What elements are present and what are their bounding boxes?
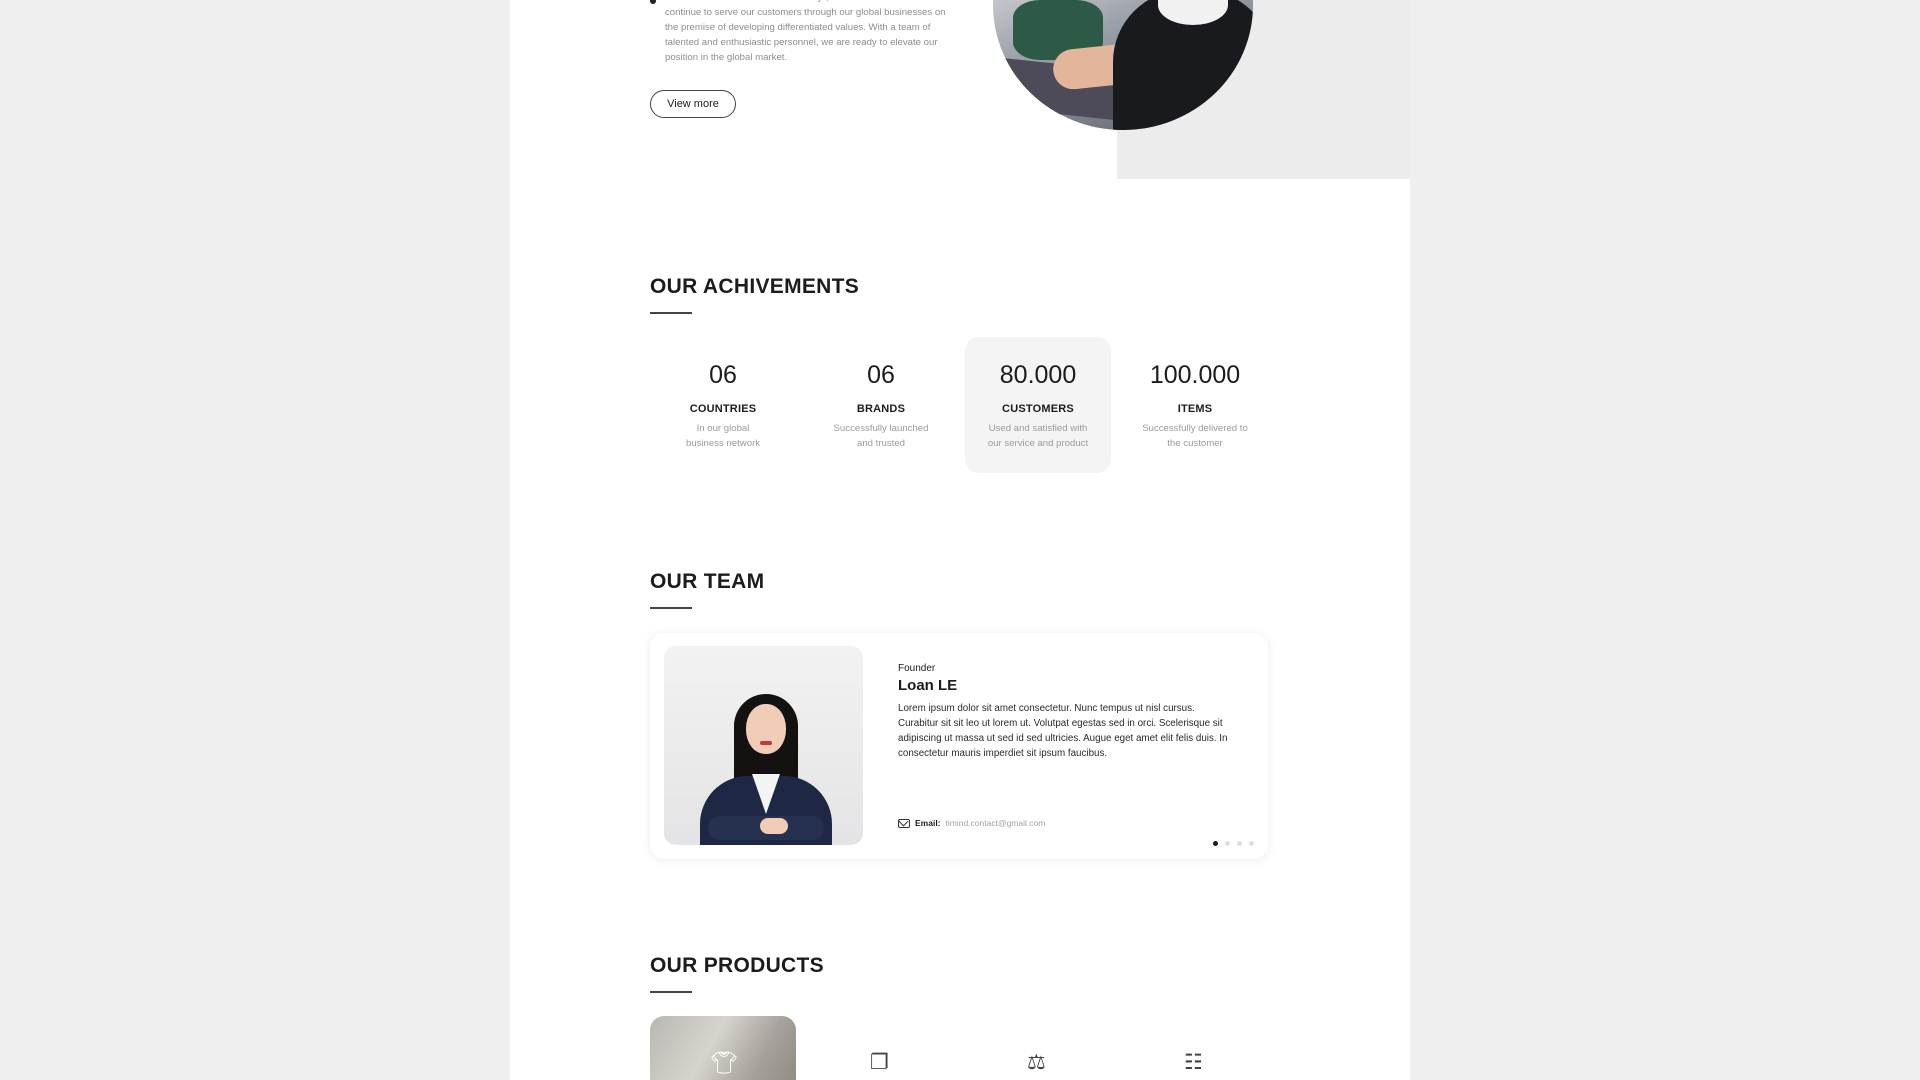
stat-customers: 80.000 CUSTOMERS Used and satisfied with… bbox=[965, 337, 1111, 473]
stat-brands: 06 BRANDS Successfully launched and trus… bbox=[808, 337, 954, 473]
stat-value: 06 bbox=[867, 361, 895, 389]
member-role: Founder bbox=[898, 663, 936, 674]
member-photo bbox=[664, 646, 863, 845]
stat-description: In our global business network bbox=[685, 423, 761, 449]
member-bio: Lorem ipsum dolor sit amet consectetur. … bbox=[898, 703, 1228, 759]
product-apparel[interactable]: 👕︎ bbox=[650, 1016, 796, 1080]
carousel-dot-4[interactable] bbox=[1249, 841, 1254, 846]
page-content: With the motto "customer is centricity",… bbox=[510, 0, 1410, 1080]
stat-description: Successfully launched and trusted bbox=[833, 423, 929, 449]
member-name: Loan LE bbox=[898, 677, 958, 694]
title-underline bbox=[650, 607, 692, 609]
about-photo bbox=[993, 0, 1253, 130]
products-title: OUR PRODUCTS bbox=[650, 954, 824, 977]
carousel-dot-2[interactable] bbox=[1225, 841, 1230, 846]
stat-description: Used and satisfied with our service and … bbox=[987, 423, 1089, 449]
stat-label: BRANDS bbox=[856, 403, 906, 415]
carousel-dots bbox=[1213, 841, 1261, 846]
calendar-dollar-icon: ☷ bbox=[1184, 1051, 1203, 1074]
carousel-dot-3[interactable] bbox=[1237, 841, 1242, 846]
product-category-2[interactable]: ❐ bbox=[808, 1016, 954, 1080]
achievements-title: OUR ACHIVEMENTS bbox=[650, 275, 860, 298]
team-member-card: Founder Loan LE Lorem ipsum dolor sit am… bbox=[650, 633, 1268, 859]
shirt-icon: 👕︎ bbox=[710, 1050, 738, 1075]
product-category-4[interactable]: ☷ bbox=[1122, 1016, 1268, 1080]
stat-value: 100.000 bbox=[1149, 361, 1241, 389]
title-underline bbox=[650, 312, 692, 314]
carousel-dot-1[interactable] bbox=[1213, 841, 1218, 846]
stat-description: Successfully delivered to the customer bbox=[1142, 423, 1248, 449]
view-more-button[interactable]: View more bbox=[650, 90, 736, 118]
team-title: OUR TEAM bbox=[650, 570, 765, 593]
mail-icon bbox=[898, 818, 910, 828]
layers-icon: ❐ bbox=[870, 1051, 889, 1074]
stat-value: 06 bbox=[709, 361, 737, 389]
title-underline bbox=[650, 991, 692, 993]
about-text: With the motto "customer is centricity",… bbox=[650, 0, 950, 65]
about-paragraph: With the motto "customer is centricity",… bbox=[665, 0, 946, 63]
email-label: Email: bbox=[915, 818, 941, 828]
stat-label: ITEMS bbox=[1177, 403, 1213, 415]
bullet-icon bbox=[650, 0, 656, 4]
stat-label: CUSTOMERS bbox=[1002, 403, 1074, 415]
stat-label: COUNTRIES bbox=[689, 403, 757, 415]
stat-value: 80.000 bbox=[999, 361, 1077, 389]
stat-items: 100.000 ITEMS Successfully delivered to … bbox=[1122, 337, 1268, 473]
product-category-3[interactable]: ⚖ bbox=[965, 1016, 1111, 1080]
member-email: Email: timind.contact@gmail.com bbox=[898, 818, 1045, 828]
handshake-icon: ⚖ bbox=[1027, 1051, 1046, 1074]
stat-countries: 06 COUNTRIES In our global business netw… bbox=[650, 337, 796, 473]
email-link[interactable]: timind.contact@gmail.com bbox=[946, 818, 1046, 828]
